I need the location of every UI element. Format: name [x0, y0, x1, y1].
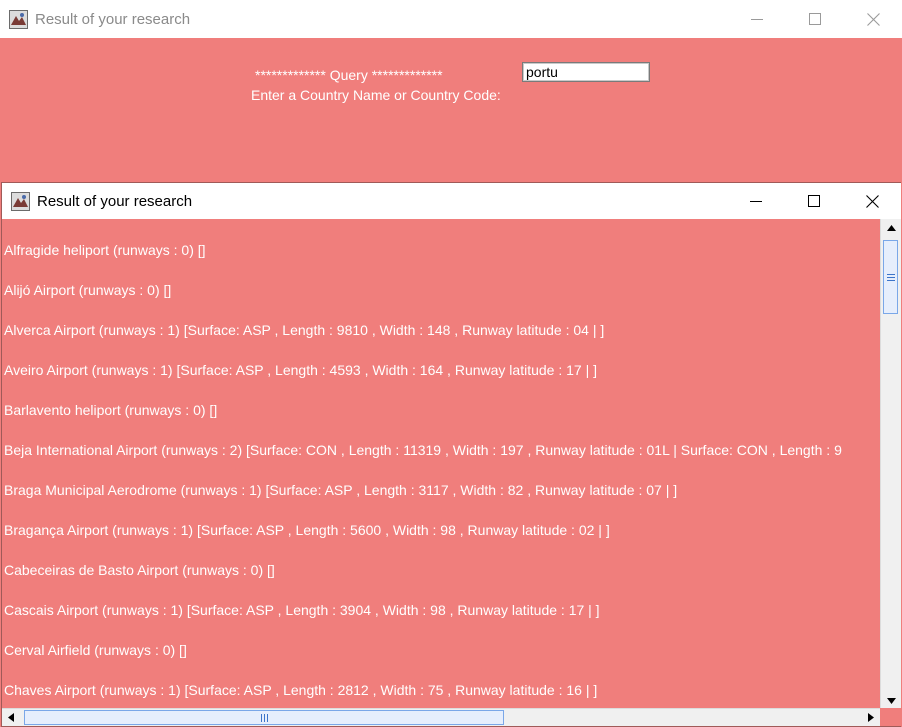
results-minimize-button[interactable] — [727, 183, 785, 219]
result-row: Cabeceiras de Basto Airport (runways : 0… — [4, 562, 275, 578]
horizontal-scroll-thumb[interactable] — [24, 710, 504, 725]
arrow-down-icon — [886, 698, 896, 704]
results-maximize-button[interactable] — [785, 183, 843, 219]
minimize-icon — [750, 201, 762, 202]
results-close-button[interactable] — [843, 183, 901, 219]
maximize-icon — [808, 195, 820, 207]
result-row: Bragança Airport (runways : 1) [Surface:… — [4, 522, 610, 538]
scrollbar-corner — [880, 708, 901, 726]
vertical-scrollbar[interactable] — [880, 219, 901, 710]
query-prompt-label: Enter a Country Name or Country Code: — [251, 87, 501, 103]
arrow-right-icon — [868, 713, 874, 722]
query-panel: ************* Query ************* Enter … — [0, 38, 902, 182]
outer-window-title: Result of your research — [35, 10, 191, 28]
result-row: Braga Municipal Aerodrome (runways : 1) … — [4, 482, 678, 498]
result-row: Alfragide heliport (runways : 0) [] — [4, 242, 206, 258]
results-window: Result of your research Alfragide helipo… — [1, 182, 901, 727]
java-app-icon — [9, 9, 28, 29]
outer-maximize-button[interactable] — [786, 0, 844, 38]
result-row: Cascais Airport (runways : 1) [Surface: … — [4, 602, 600, 618]
outer-title-bar: Result of your research — [0, 0, 902, 38]
country-search-input[interactable] — [522, 62, 650, 82]
grip-icon — [887, 274, 895, 283]
result-row: Chaves Airport (runways : 1) [Surface: A… — [4, 682, 598, 698]
close-icon — [865, 194, 879, 208]
minimize-icon — [751, 19, 763, 20]
result-row: Barlavento heliport (runways : 0) [] — [4, 402, 218, 418]
result-row: Aveiro Airport (runways : 1) [Surface: A… — [4, 362, 597, 378]
scroll-up-button[interactable] — [881, 219, 901, 237]
outer-close-button[interactable] — [844, 0, 902, 38]
result-row: Beja International Airport (runways : 2)… — [4, 442, 842, 458]
scroll-right-button[interactable] — [862, 709, 880, 726]
vertical-scroll-thumb[interactable] — [883, 240, 898, 314]
close-icon — [866, 12, 880, 26]
arrow-up-icon — [886, 225, 896, 231]
query-heading: ************* Query ************* — [255, 67, 443, 83]
results-title-bar: Result of your research — [2, 183, 901, 219]
result-row: Cerval Airfield (runways : 0) [] — [4, 642, 187, 658]
results-list[interactable]: Alfragide heliport (runways : 0) [] Alij… — [2, 219, 880, 710]
outer-minimize-button[interactable] — [728, 0, 786, 38]
horizontal-scrollbar[interactable] — [2, 708, 880, 726]
java-app-icon — [11, 191, 30, 211]
maximize-icon — [809, 13, 821, 25]
arrow-left-icon — [8, 713, 14, 722]
results-window-title: Result of your research — [37, 192, 193, 210]
grip-icon — [261, 714, 270, 722]
result-row: Alverca Airport (runways : 1) [Surface: … — [4, 322, 605, 338]
scroll-left-button[interactable] — [2, 709, 20, 726]
result-row: Alijó Airport (runways : 0) [] — [4, 282, 172, 298]
